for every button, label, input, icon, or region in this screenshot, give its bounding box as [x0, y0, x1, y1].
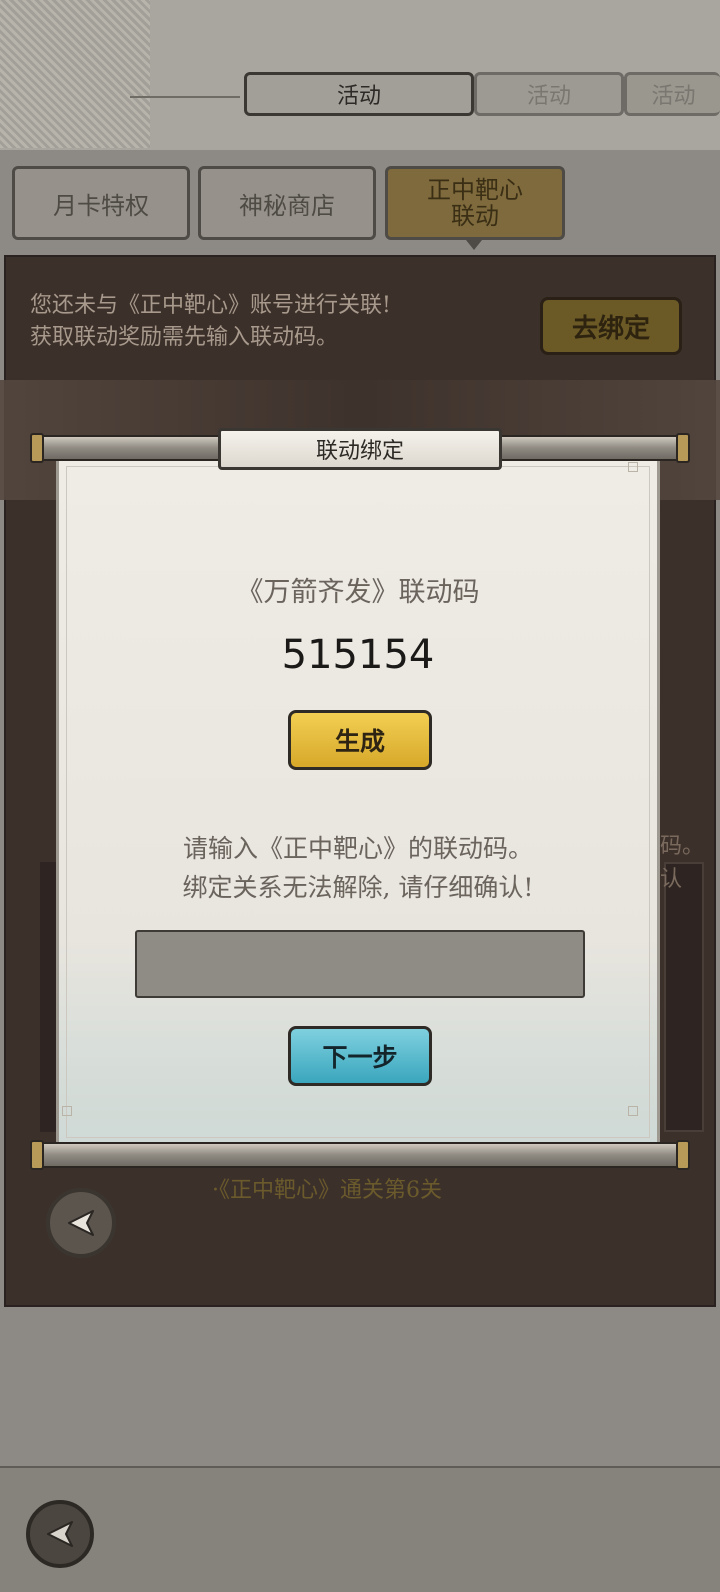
- back-button[interactable]: [26, 1500, 94, 1568]
- next-step-button[interactable]: 下一步: [288, 1026, 432, 1086]
- bind-notice-line1: 您还未与《正中靶心》账号进行关联!: [30, 293, 391, 318]
- corner-decoration: [0, 0, 150, 148]
- tab-connector-line: [130, 96, 240, 98]
- reward-requirement: ·《正中靶心》通关第6关: [212, 1178, 442, 1203]
- scroll-rod-bottom: [30, 1142, 690, 1168]
- panel-side-text-line1: 码。: [660, 834, 705, 859]
- bind-instruction: 请输入《正中靶心》的联动码。 绑定关系无法解除, 请仔细确认!: [56, 830, 660, 908]
- panel-back-button[interactable]: [46, 1188, 116, 1258]
- dialog-title: 联动绑定: [218, 428, 502, 470]
- collab-code-input[interactable]: [135, 930, 585, 998]
- generate-button[interactable]: 生成: [288, 710, 432, 770]
- subtab-monthly-card[interactable]: 月卡特权: [12, 166, 190, 240]
- tab-activity-3[interactable]: 活动: [624, 72, 720, 116]
- tab-activity[interactable]: 活动: [244, 72, 474, 116]
- corner-ornament: [62, 1106, 72, 1116]
- tab-activity-2[interactable]: 活动: [474, 72, 624, 116]
- rod-cap: [30, 1140, 44, 1170]
- bind-notice: 您还未与《正中靶心》账号进行关联! 获取联动奖励需先输入联动码。: [30, 290, 510, 354]
- collab-code-label: 《万箭齐发》联动码: [236, 577, 480, 608]
- subtab-collab-line1: 正中靶心: [427, 175, 523, 204]
- corner-ornament: [628, 1106, 638, 1116]
- corner-ornament: [628, 462, 638, 472]
- subtab-collab[interactable]: 正中靶心 联动: [385, 166, 565, 240]
- panel-side-text: 码。 认: [660, 830, 704, 896]
- subtab-collab-line2: 联动: [451, 202, 499, 230]
- rod-cap: [676, 1140, 690, 1170]
- subtab-mystery-shop[interactable]: 神秘商店: [198, 166, 376, 240]
- go-bind-button[interactable]: 去绑定: [540, 297, 682, 355]
- back-arrow-icon: [47, 1521, 73, 1547]
- bind-instruction-line1: 请输入《正中靶心》的联动码。: [182, 834, 533, 863]
- collab-code-value: 515154: [281, 632, 435, 678]
- panel-side-text-line2: 认: [660, 867, 683, 892]
- bind-instruction-line2: 绑定关系无法解除, 请仔细确认!: [182, 872, 534, 902]
- bottom-bar: [0, 1468, 720, 1592]
- active-tab-caret: [466, 240, 482, 250]
- rod-cap: [30, 433, 44, 463]
- back-arrow-icon: [68, 1210, 94, 1236]
- reward-frame-right: [664, 862, 704, 1132]
- bind-notice-line2: 获取联动奖励需先输入联动码。: [30, 324, 339, 350]
- rod-cap: [676, 433, 690, 463]
